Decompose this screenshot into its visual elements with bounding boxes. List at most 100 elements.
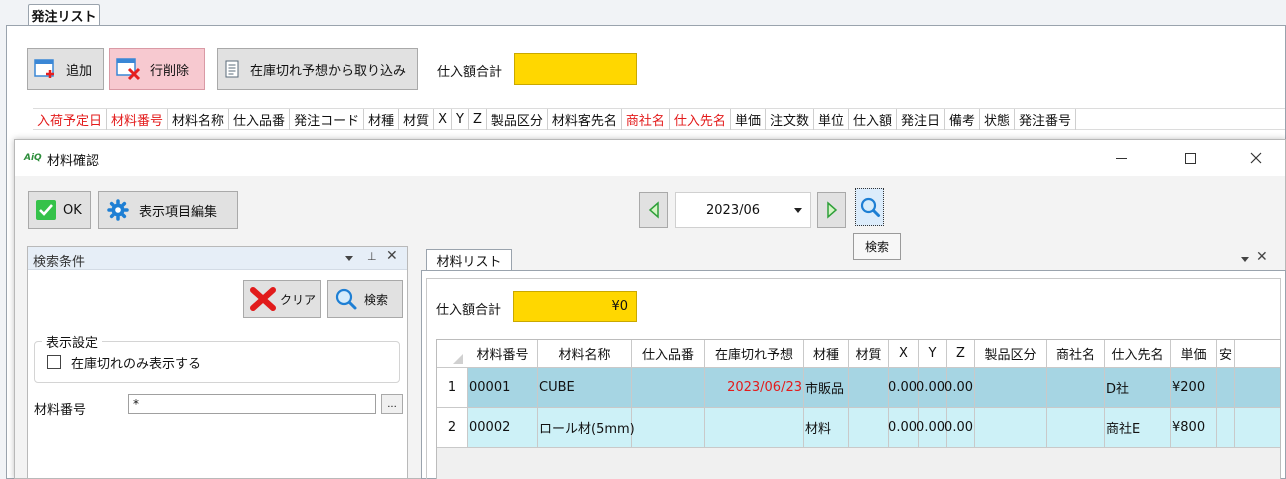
grid-column-header[interactable]: 安 xyxy=(1217,340,1235,367)
grid-cell[interactable]: 0.00 xyxy=(944,408,975,447)
panel-dropdown-icon[interactable] xyxy=(345,256,353,261)
list-dropdown-icon[interactable] xyxy=(1241,257,1249,262)
grid-cell[interactable] xyxy=(849,368,889,407)
pin-icon[interactable]: ⊥ xyxy=(367,250,377,263)
grid-cell[interactable] xyxy=(1047,408,1105,447)
month-search-button[interactable] xyxy=(855,188,884,226)
delete-row-button[interactable]: 行削除 xyxy=(109,48,205,90)
grid-cell[interactable] xyxy=(1217,368,1235,407)
grid-cell[interactable]: 0.00 xyxy=(944,368,975,407)
grid-column-header[interactable]: 単価 xyxy=(1171,340,1217,367)
grid-column-header[interactable]: 商社名 xyxy=(1047,340,1105,367)
maximize-button[interactable] xyxy=(1167,144,1213,172)
dialog-titlebar[interactable] xyxy=(15,140,1285,176)
grid-column-header[interactable]: 材料名称 xyxy=(538,340,632,367)
grid-cell[interactable] xyxy=(1217,408,1235,447)
edit-columns-button[interactable]: 表示項目編集 xyxy=(98,191,238,229)
outer-column-header[interactable]: 仕入額 xyxy=(849,109,897,130)
outer-tab[interactable]: 発注リスト xyxy=(28,4,100,26)
outer-column-header[interactable]: 発注番号 xyxy=(1015,109,1077,130)
grid-cell[interactable]: 0.00 xyxy=(916,408,947,447)
outer-column-header[interactable]: 入荷予定日 xyxy=(33,109,108,130)
row-number[interactable]: 1 xyxy=(437,368,468,407)
outer-column-header[interactable]: 材質 xyxy=(399,109,435,130)
outer-column-header[interactable]: 材料番号 xyxy=(107,109,169,130)
grid-cell[interactable]: 市販品 xyxy=(804,368,849,407)
grid-cell[interactable] xyxy=(975,368,1047,407)
next-month-button[interactable] xyxy=(817,192,846,228)
material-no-input[interactable]: * xyxy=(128,394,376,414)
grid-column-header[interactable]: 材種 xyxy=(804,340,849,367)
grid-cell[interactable] xyxy=(1047,368,1105,407)
grid-cell[interactable]: 商社E xyxy=(1105,408,1171,447)
grid-cell[interactable]: CUBE xyxy=(538,368,632,407)
grid-column-header[interactable]: 製品区分 xyxy=(975,340,1047,367)
outer-column-header[interactable]: 仕入品番 xyxy=(229,109,291,130)
list-close-icon[interactable]: ✕ xyxy=(1256,249,1268,265)
grid-column-header[interactable]: 在庫切れ予想 xyxy=(705,340,804,367)
panel-search-button[interactable]: 検索 xyxy=(327,280,403,318)
outer-column-header[interactable]: 単価 xyxy=(731,109,766,130)
grid-column-header[interactable]: 材料番号 xyxy=(468,340,538,367)
add-button[interactable]: 追加 xyxy=(27,48,104,90)
select-all-corner[interactable] xyxy=(453,354,463,364)
grid-column-header[interactable]: 仕入品番 xyxy=(632,340,705,367)
outer-column-header[interactable]: 材種 xyxy=(364,109,400,130)
edit-columns-label: 表示項目編集 xyxy=(139,204,218,220)
grid-cell[interactable]: 2023/06/23 xyxy=(705,368,804,407)
grid-column-header[interactable]: Z xyxy=(947,340,975,367)
month-select[interactable]: 2023/06 xyxy=(675,192,811,228)
red-x-icon xyxy=(250,287,276,311)
grid-cell[interactable]: 0.00 xyxy=(888,408,919,447)
grid-column-header[interactable]: Y xyxy=(919,340,947,367)
close-button[interactable] xyxy=(1233,144,1279,172)
outer-column-header[interactable]: X xyxy=(434,109,453,130)
grid-cell[interactable] xyxy=(975,408,1047,447)
delete-row-label: 行削除 xyxy=(150,63,190,79)
grid-cell[interactable] xyxy=(632,368,705,407)
grid-cell[interactable]: 0.00 xyxy=(916,368,947,407)
grid-column-header[interactable]: X xyxy=(889,340,919,367)
outer-column-header[interactable]: 注文数 xyxy=(766,109,814,130)
outer-column-header[interactable]: 発注コード xyxy=(290,109,365,130)
row-number[interactable]: 2 xyxy=(437,408,468,447)
outer-column-header[interactable]: 材料名称 xyxy=(168,109,230,130)
grid-column-header[interactable]: 仕入先名 xyxy=(1105,340,1171,367)
panel-close-icon[interactable]: ✕ xyxy=(386,248,398,264)
list-panel-tab[interactable]: 材料リスト xyxy=(426,249,512,271)
clear-button[interactable]: クリア xyxy=(243,280,321,318)
outer-column-header[interactable]: 商社名 xyxy=(622,109,670,130)
grid-cell[interactable]: ¥800 xyxy=(1171,408,1217,447)
outer-column-header[interactable]: 発注日 xyxy=(897,109,946,130)
grid-row[interactable]: 1 00001 CUBE 2023/06/23 市販品 0.00 0.00 0.00 D社 ¥20… xyxy=(437,368,1280,408)
outer-column-header[interactable]: 製品区分 xyxy=(487,109,548,130)
grid-cell[interactable]: 材料 xyxy=(804,408,849,447)
grid-cell[interactable]: D社 xyxy=(1105,368,1171,407)
material-no-browse-button[interactable]: ... xyxy=(381,394,403,414)
outer-column-header[interactable]: 材料客先名 xyxy=(548,109,622,130)
arrow-left-icon xyxy=(648,201,659,219)
grid-column-header[interactable]: 材質 xyxy=(849,340,889,367)
ok-button[interactable]: OK xyxy=(28,191,91,229)
grid-cell[interactable]: ¥200 xyxy=(1171,368,1217,407)
grid-row[interactable]: 2 00002 ロール材(5mm) 材料 0.00 0.00 0.00 商社E ¥800 xyxy=(437,408,1280,448)
list-panel-title: 材料リスト xyxy=(436,255,502,270)
outer-column-header[interactable]: 状態 xyxy=(980,109,1016,130)
outer-column-header[interactable]: 単位 xyxy=(814,109,849,130)
grid-cell[interactable]: 00001 xyxy=(468,368,538,407)
outer-column-header[interactable]: 仕入先名 xyxy=(670,109,731,130)
grid-cell[interactable] xyxy=(705,408,804,447)
prev-month-button[interactable] xyxy=(639,192,668,228)
grid-cell[interactable]: 00002 xyxy=(468,408,538,447)
minimize-button[interactable] xyxy=(1098,144,1144,172)
grid-cell[interactable]: ロール材(5mm) xyxy=(538,408,635,447)
stock-out-only-checkbox[interactable] xyxy=(47,355,61,369)
outer-column-header[interactable]: Y xyxy=(452,109,469,130)
outer-total-label: 仕入額合計 xyxy=(437,65,503,80)
outer-column-header[interactable]: Z xyxy=(469,109,487,130)
outer-column-header[interactable]: 備考 xyxy=(945,109,981,130)
import-from-forecast-button[interactable]: 在庫切れ予想から取り込み xyxy=(217,48,418,90)
grid-cell[interactable] xyxy=(849,408,889,447)
grid-cell[interactable] xyxy=(632,408,705,447)
grid-cell[interactable]: 0.00 xyxy=(888,368,919,407)
